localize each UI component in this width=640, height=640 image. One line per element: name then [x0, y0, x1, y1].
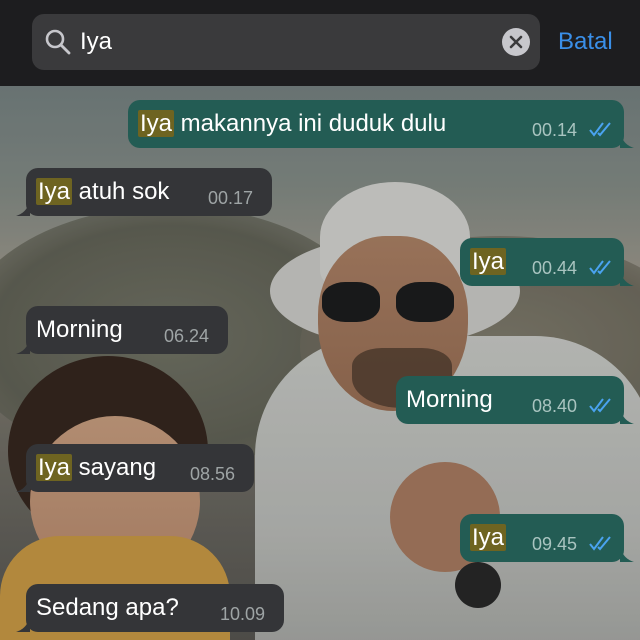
message-text: Iya makannya ini duduk dulu [138, 110, 447, 137]
message-bubble-incoming[interactable]: Iya sayang 08.56 [16, 444, 254, 492]
double-check-icon [589, 260, 611, 275]
search-header: Batal [0, 0, 640, 86]
message-bubble-outgoing[interactable]: Iya 09.45 [460, 514, 634, 562]
message-bubble-outgoing[interactable]: Iya makannya ini duduk dulu 00.14 [128, 100, 634, 148]
search-input[interactable] [80, 14, 480, 70]
search-highlight: Iya [470, 524, 507, 551]
message-time: 00.14 [532, 120, 578, 140]
search-highlight: Iya [138, 110, 175, 137]
message-bubble-incoming[interactable]: Morning 06.24 [16, 306, 228, 354]
double-check-icon [589, 122, 611, 137]
double-check-icon [589, 398, 611, 413]
message-time: 09.45 [532, 534, 578, 554]
message-text: Sedang apa? [36, 594, 179, 621]
search-icon [45, 29, 71, 55]
message-text: Iya [470, 238, 507, 286]
message-bubble-incoming[interactable]: Iya atuh sok 00.17 [16, 168, 272, 216]
message-time: 06.24 [164, 326, 210, 346]
double-check-icon [589, 536, 611, 551]
search-bar[interactable] [32, 14, 540, 70]
message-bubble-outgoing[interactable]: Iya 00.44 [460, 238, 634, 286]
message-text: Iya [470, 514, 507, 562]
message-time: 08.40 [532, 396, 578, 416]
cancel-button[interactable]: Batal [558, 24, 613, 60]
message-time: 00.44 [532, 258, 578, 278]
search-highlight: Iya [36, 454, 73, 481]
message-bubble-incoming[interactable]: Sedang apa? 10.09 [16, 584, 284, 632]
message-text: Morning [406, 386, 493, 413]
message-time: 08.56 [190, 464, 236, 484]
message-text: Iya sayang [36, 454, 157, 481]
search-highlight: Iya [470, 248, 507, 275]
message-text: Morning [36, 316, 123, 343]
message-time: 10.09 [220, 604, 266, 624]
search-highlight: Iya [36, 178, 73, 205]
message-text: Iya atuh sok [36, 178, 170, 205]
message-bubble-outgoing[interactable]: Morning 08.40 [396, 376, 634, 424]
message-time: 00.17 [208, 188, 254, 208]
clear-icon[interactable] [502, 28, 530, 56]
